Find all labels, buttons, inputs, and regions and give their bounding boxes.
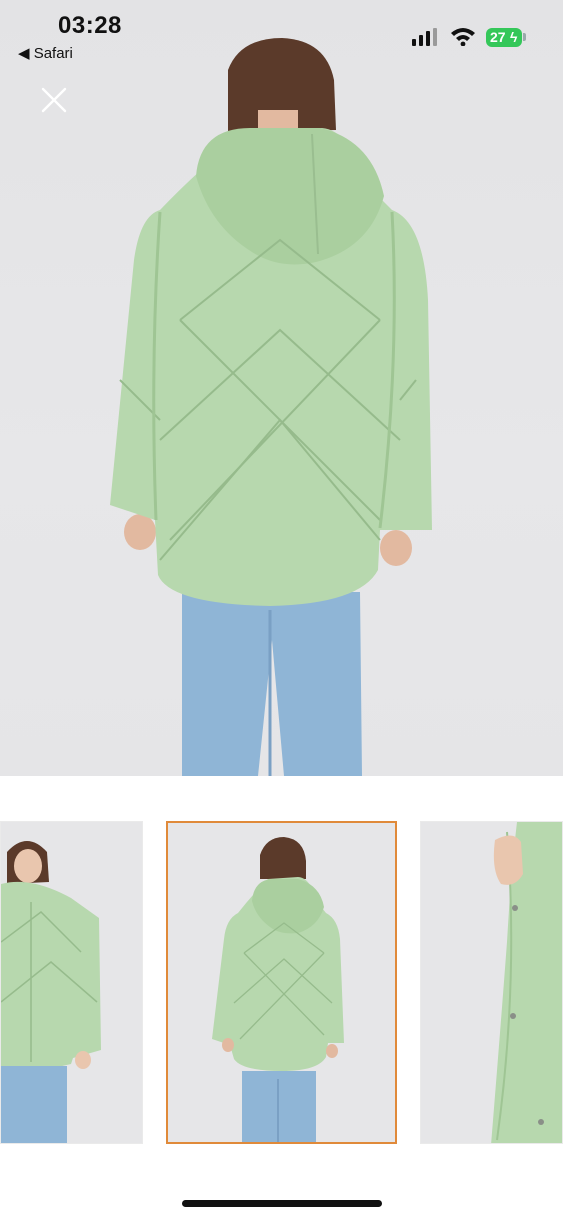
thumbnail-back-view[interactable] — [166, 821, 397, 1144]
battery-charging-icon: 27 ϟ — [486, 28, 522, 47]
main-product-photo[interactable] — [0, 0, 563, 776]
thumbnail-front-view[interactable] — [0, 821, 143, 1144]
charging-bolt-icon: ϟ — [510, 29, 518, 45]
thumbnail-detail-view[interactable] — [420, 821, 563, 1144]
status-bar: 03:28 ◀ Safari 27 ϟ — [0, 0, 563, 70]
thumbnail-detail-image — [421, 822, 562, 1143]
thumbnail-back-image — [168, 823, 395, 1142]
close-icon[interactable] — [38, 84, 70, 116]
status-time: 03:28 — [58, 12, 122, 39]
back-to-safari-link[interactable]: ◀ Safari — [18, 44, 73, 62]
home-indicator[interactable] — [182, 1200, 382, 1207]
battery-cap — [523, 33, 526, 41]
wifi-icon — [451, 28, 475, 46]
battery-level: 27 — [490, 29, 506, 45]
jacket-back-view-image — [110, 38, 432, 776]
thumbnail-gallery — [0, 818, 563, 1150]
thumbnail-front-image — [1, 822, 142, 1143]
cellular-signal-icon — [412, 28, 437, 46]
